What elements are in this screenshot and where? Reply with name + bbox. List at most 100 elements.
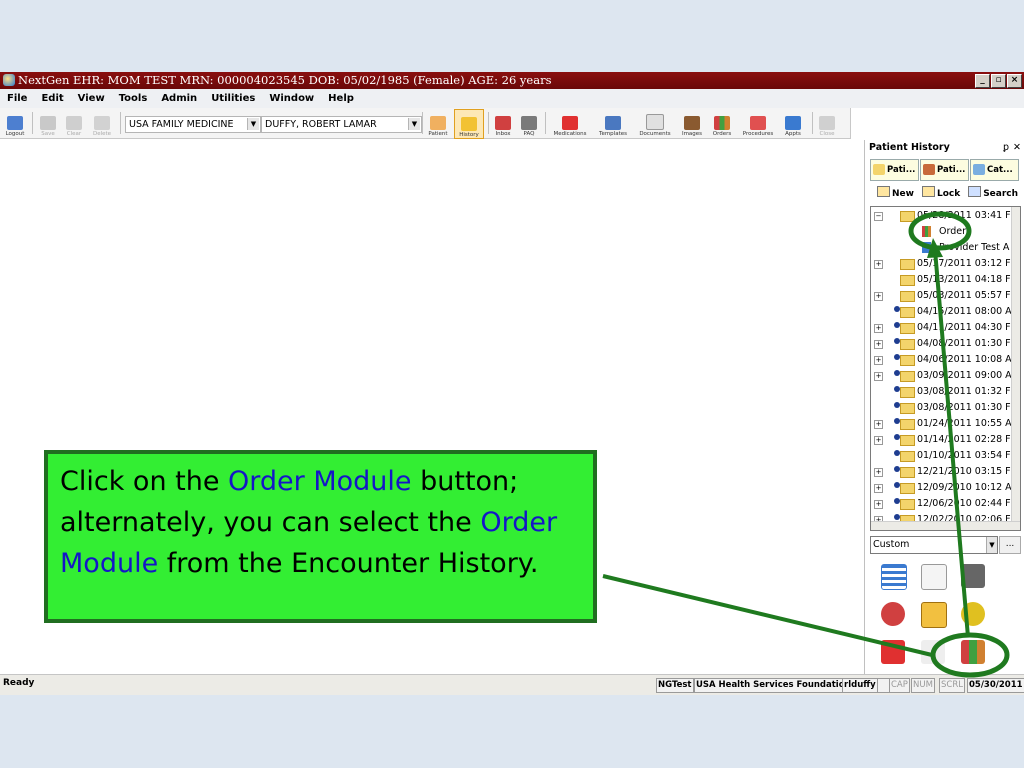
menu-help[interactable]: Help: [321, 93, 361, 104]
patient-history-panel: Patient History ꝑ ✕ Pati... Pati... Cat.…: [864, 140, 1024, 674]
inbox-button[interactable]: Inbox: [492, 109, 514, 137]
tab-categories[interactable]: Cat...: [970, 159, 1019, 181]
expand-icon[interactable]: +: [874, 484, 883, 493]
expand-icon[interactable]: +: [874, 468, 883, 477]
status-server: NGTest: [656, 678, 694, 693]
filter-select[interactable]: Custom ▼: [870, 536, 998, 554]
folder-icon: [900, 323, 915, 334]
orders-button[interactable]: Orders: [710, 109, 734, 137]
folder-icon: [900, 291, 915, 302]
documents-button[interactable]: Documents: [636, 109, 674, 137]
encounter-label: 01/10/2011 03:54 F: [917, 450, 1011, 461]
collapse-icon[interactable]: −: [874, 212, 883, 221]
callout-text: Click on the: [60, 466, 229, 497]
lock-icon: [921, 186, 935, 197]
new-button[interactable]: New: [877, 186, 914, 199]
patient-icon: [430, 116, 446, 130]
expand-icon[interactable]: +: [874, 340, 883, 349]
order-module-icon[interactable]: [961, 640, 985, 664]
panel-tabs: Pati... Pati... Cat...: [870, 159, 1019, 181]
menu-window[interactable]: Window: [262, 93, 321, 104]
status-scroll: SCRL: [939, 678, 965, 693]
menu-edit[interactable]: Edit: [34, 93, 70, 104]
status-enterprise: USA Health Services Foundation: [694, 678, 853, 693]
search-button[interactable]: Search: [968, 186, 1018, 199]
expand-icon[interactable]: +: [874, 324, 883, 333]
expand-icon[interactable]: +: [874, 500, 883, 509]
image-module-icon[interactable]: [961, 564, 985, 588]
filter-more-button[interactable]: ...: [999, 536, 1021, 554]
expand-icon[interactable]: +: [874, 292, 883, 301]
search-icon: [968, 186, 982, 197]
expand-icon[interactable]: +: [874, 420, 883, 429]
toolbar-separator: [812, 112, 813, 134]
test-tubes-icon: [714, 116, 730, 130]
procedure-module-icon[interactable]: [881, 602, 905, 626]
encounter-label: 03/09/2011 09:00 A: [917, 370, 1012, 381]
maximize-button[interactable]: ▫: [991, 74, 1006, 88]
diagnosis-module-icon[interactable]: [921, 602, 947, 628]
encounter-label: Provider Test A: [939, 242, 1010, 253]
inbox-icon: [495, 116, 511, 130]
menu-admin[interactable]: Admin: [154, 93, 204, 104]
logout-button[interactable]: Logout: [4, 109, 26, 137]
tab-patient-history[interactable]: Pati...: [870, 159, 919, 181]
document-module-icon[interactable]: [921, 564, 947, 590]
tree-horizontal-scrollbar[interactable]: [871, 521, 1020, 530]
chevron-down-icon: ▼: [247, 118, 259, 130]
encounter-label: 12/06/2010 02:44 F: [917, 498, 1011, 509]
menu-tools[interactable]: Tools: [112, 93, 155, 104]
stamp-icon: [521, 116, 537, 130]
status-date: 05/30/2011: [967, 678, 1024, 693]
callout-highlight: Order Module: [228, 466, 412, 497]
encounter-tree[interactable]: − 05/28/2011 03:41 F Orders Provider Test A…: [870, 206, 1021, 531]
menu-view[interactable]: View: [71, 93, 112, 104]
expand-icon[interactable]: +: [874, 372, 883, 381]
clear-button[interactable]: Clear: [64, 109, 84, 137]
encounter-label: 03/08/2011 01:32 F: [917, 386, 1011, 397]
panel-title: Patient History ꝑ ✕: [869, 140, 1021, 155]
folder-icon: [900, 211, 915, 222]
close-chart-button[interactable]: Close: [816, 109, 838, 137]
allergy-module-icon[interactable]: [921, 640, 945, 664]
delete-button[interactable]: Delete: [90, 109, 114, 137]
problem-module-icon[interactable]: [961, 602, 985, 626]
close-window-button[interactable]: ×: [1007, 74, 1022, 88]
folder-icon: [900, 435, 915, 446]
appts-button[interactable]: Appts: [781, 109, 805, 137]
procedures-icon: [750, 116, 766, 130]
encounter-label: 04/11/2011 04:30 F: [917, 322, 1011, 333]
minimize-button[interactable]: _: [975, 74, 990, 88]
toolbar-separator: [120, 112, 121, 134]
encounter-label: 04/06/2011 10:08 A: [917, 354, 1012, 365]
medications-button[interactable]: Medications: [550, 109, 590, 137]
tree-vertical-scrollbar[interactable]: [1011, 207, 1020, 530]
patient-button[interactable]: Patient: [426, 109, 450, 137]
toolbar-separator: [422, 112, 423, 134]
expand-icon[interactable]: +: [874, 356, 883, 365]
paq-button[interactable]: PAQ: [518, 109, 540, 137]
templates-icon: [605, 116, 621, 130]
menu-utilities[interactable]: Utilities: [204, 93, 262, 104]
expand-icon[interactable]: +: [874, 436, 883, 445]
save-button[interactable]: Save: [38, 109, 58, 137]
practice-select[interactable]: USA FAMILY MEDICINE ▼: [125, 116, 261, 133]
lock-button[interactable]: Lock: [921, 186, 960, 199]
pin-icon[interactable]: ꝑ: [1003, 140, 1009, 155]
tab-patient-info[interactable]: Pati...: [920, 159, 969, 181]
templates-button[interactable]: Templates: [596, 109, 630, 137]
images-button[interactable]: Images: [680, 109, 704, 137]
medication-module-icon[interactable]: [881, 640, 905, 664]
history-button[interactable]: History: [454, 109, 484, 139]
flowsheet-module-icon[interactable]: [881, 564, 907, 590]
procedures-button[interactable]: Procedures: [740, 109, 776, 137]
close-icon[interactable]: ✕: [1013, 140, 1021, 155]
app-icon: [3, 74, 15, 86]
folder-icon: [900, 355, 915, 366]
menu-file[interactable]: File: [0, 93, 34, 104]
menu-bar: File Edit View Tools Admin Utilities Win…: [0, 89, 1024, 108]
expand-icon[interactable]: +: [874, 260, 883, 269]
window-title: NextGen EHR: MOM TEST MRN: 000004023545 …: [18, 73, 552, 87]
patient-select[interactable]: DUFFY, ROBERT LAMAR ▼: [261, 116, 422, 133]
encounter-label: Orders: [939, 226, 971, 237]
